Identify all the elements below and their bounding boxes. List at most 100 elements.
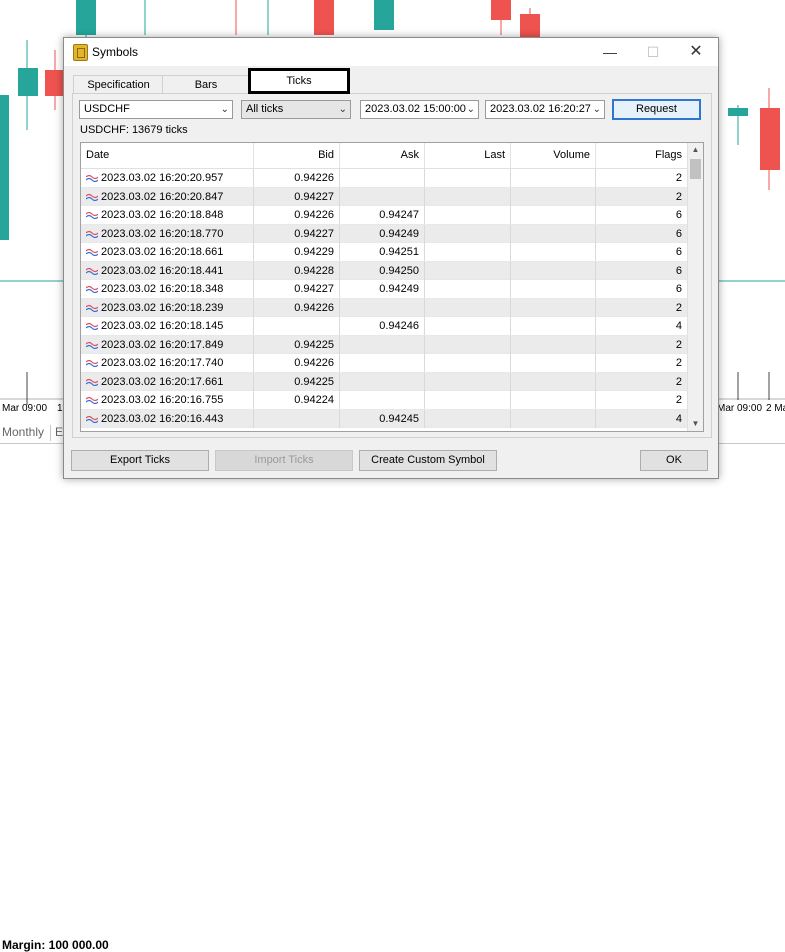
close-button[interactable]: ✕ <box>681 42 711 62</box>
cell-flags: 6 <box>675 246 682 258</box>
import-ticks-button: Import Ticks <box>215 450 353 471</box>
chevron-down-icon: ⌄ <box>466 104 475 115</box>
cell-bid: 0.94224 <box>254 391 340 409</box>
cell-volume <box>511 187 596 206</box>
cell-date: 2023.03.02 16:20:17.661 <box>81 372 254 391</box>
table-body: 2023.03.02 16:20:20.957 0.94226 2 2023.03.0… <box>81 169 687 428</box>
cell-flags: 2 <box>675 301 682 314</box>
dialog-title: Symbols <box>92 45 139 59</box>
request-button[interactable]: Request <box>612 99 701 120</box>
column-header-last[interactable]: Last <box>425 143 511 168</box>
export-ticks-button[interactable]: Export Ticks <box>71 450 209 471</box>
cell-flags: 2 <box>675 394 682 406</box>
vertical-scrollbar[interactable]: ▲ ▼ <box>687 143 703 431</box>
cell-date: 2023.03.02 16:20:20.847 <box>81 187 254 206</box>
maximize-button[interactable]: ☐ <box>638 42 668 62</box>
cell-flags: 6 <box>675 264 682 277</box>
cell-ask: 0.94249 <box>340 224 425 243</box>
ok-button[interactable]: OK <box>640 450 708 471</box>
minimize-button[interactable]: — <box>595 42 625 62</box>
tick-type-select[interactable]: All ticks ⌄ <box>241 100 351 119</box>
table-row[interactable]: 2023.03.02 16:20:18.239 0.94226 2 <box>81 298 687 317</box>
cell-flags: 6 <box>675 227 682 240</box>
scroll-up-arrow-icon[interactable]: ▲ <box>688 143 703 157</box>
cell-volume <box>511 409 596 428</box>
table-row[interactable]: 2023.03.02 16:20:20.847 0.94227 2 <box>81 187 687 206</box>
cell-ask <box>340 169 425 187</box>
ticks-summary: USDCHF: 13679 ticks <box>80 124 188 136</box>
cell-date: 2023.03.02 16:20:16.755 <box>81 391 254 409</box>
date-from-value: 2023.03.02 15:00:00 <box>365 103 466 115</box>
cell-volume <box>511 317 596 335</box>
create-custom-symbol-button[interactable]: Create Custom Symbol <box>359 450 497 471</box>
cell-date: 2023.03.02 16:20:17.849 <box>81 335 254 354</box>
table-row[interactable]: 2023.03.02 16:20:20.957 0.94226 2 <box>81 169 687 188</box>
cell-bid: 0.94229 <box>254 243 340 261</box>
cell-bid: 0.94226 <box>254 298 340 317</box>
cell-volume <box>511 280 596 298</box>
cell-volume <box>511 335 596 354</box>
cell-ask <box>340 391 425 409</box>
table-row[interactable]: 2023.03.02 16:20:18.770 0.94227 0.94249 6 <box>81 224 687 243</box>
symbols-dialog: Symbols — ☐ ✕ Specification Bars Ticks U… <box>63 37 719 479</box>
cell-date: 2023.03.02 16:20:20.957 <box>81 169 254 187</box>
cell-flags: 6 <box>675 209 682 221</box>
cell-date: 2023.03.02 16:20:18.441 <box>81 261 254 280</box>
table-row[interactable]: 2023.03.02 16:20:17.661 0.94225 2 <box>81 372 687 391</box>
table-row[interactable]: 2023.03.02 16:20:17.849 0.94225 2 <box>81 335 687 354</box>
cell-date: 2023.03.02 16:20:17.740 <box>81 354 254 372</box>
cell-bid <box>254 409 340 428</box>
date-to-picker[interactable]: 2023.03.02 16:20:27 ⌄ <box>485 100 605 119</box>
table-row[interactable]: 2023.03.02 16:20:18.441 0.94228 0.94250 6 <box>81 261 687 280</box>
cell-ask <box>340 354 425 372</box>
cell-flags: 2 <box>675 375 682 388</box>
table-row[interactable]: 2023.03.02 16:20:18.348 0.94227 0.94249 6 <box>81 280 687 299</box>
cell-bid: 0.94227 <box>254 224 340 243</box>
tab-ticks[interactable]: Ticks <box>248 68 350 94</box>
cell-last <box>425 280 511 298</box>
tab-bars[interactable]: Bars <box>162 75 250 94</box>
scroll-down-arrow-icon[interactable]: ▼ <box>688 417 703 431</box>
cell-ask: 0.94249 <box>340 280 425 298</box>
symbol-select[interactable]: USDCHF ⌄ <box>79 100 233 119</box>
column-header-ask[interactable]: Ask <box>340 143 425 168</box>
table-row[interactable]: 2023.03.02 16:20:17.740 0.94226 2 <box>81 354 687 373</box>
cell-last <box>425 391 511 409</box>
cell-last <box>425 224 511 243</box>
tab-specification[interactable]: Specification <box>73 75 164 94</box>
cell-date: 2023.03.02 16:20:18.239 <box>81 298 254 317</box>
chevron-down-icon: ⌄ <box>220 104 229 115</box>
cell-bid: 0.94228 <box>254 261 340 280</box>
symbol-select-value: USDCHF <box>84 103 130 115</box>
cell-last <box>425 354 511 372</box>
timeframe-tab-monthly[interactable]: Monthly <box>0 425 51 441</box>
cell-last <box>425 243 511 261</box>
tick-type-select-value: All ticks <box>246 103 284 115</box>
column-header-flags[interactable]: Flags <box>596 143 687 168</box>
date-from-picker[interactable]: 2023.03.02 15:00:00 ⌄ <box>360 100 479 119</box>
column-header-date[interactable]: Date <box>81 143 254 168</box>
table-row[interactable]: 2023.03.02 16:20:18.661 0.94229 0.94251 6 <box>81 243 687 262</box>
axis-date-label: 2 Ma <box>766 403 785 414</box>
margin-status: Margin: 100 000.00 <box>2 938 109 952</box>
cell-date: 2023.03.02 16:20:16.443 <box>81 409 254 428</box>
cell-last <box>425 409 511 428</box>
cell-volume <box>511 391 596 409</box>
table-row[interactable]: 2023.03.02 16:20:18.145 0.94246 4 <box>81 317 687 336</box>
cell-date: 2023.03.02 16:20:18.848 <box>81 206 254 224</box>
dialog-titlebar[interactable]: Symbols — ☐ ✕ <box>64 38 718 66</box>
cell-bid: 0.94227 <box>254 187 340 206</box>
column-header-volume[interactable]: Volume <box>511 143 596 168</box>
cell-ask <box>340 335 425 354</box>
cell-ask: 0.94247 <box>340 206 425 224</box>
cell-ask <box>340 372 425 391</box>
table-row[interactable]: 2023.03.02 16:20:18.848 0.94226 0.94247 6 <box>81 206 687 225</box>
cell-last <box>425 317 511 335</box>
column-header-bid[interactable]: Bid <box>254 143 340 168</box>
scrollbar-thumb[interactable] <box>690 159 701 179</box>
table-row[interactable]: 2023.03.02 16:20:16.755 0.94224 2 <box>81 391 687 410</box>
cell-date: 2023.03.02 16:20:18.770 <box>81 224 254 243</box>
table-row[interactable]: 2023.03.02 16:20:16.443 0.94245 4 <box>81 409 687 428</box>
cell-last <box>425 206 511 224</box>
cell-flags: 6 <box>675 283 682 295</box>
